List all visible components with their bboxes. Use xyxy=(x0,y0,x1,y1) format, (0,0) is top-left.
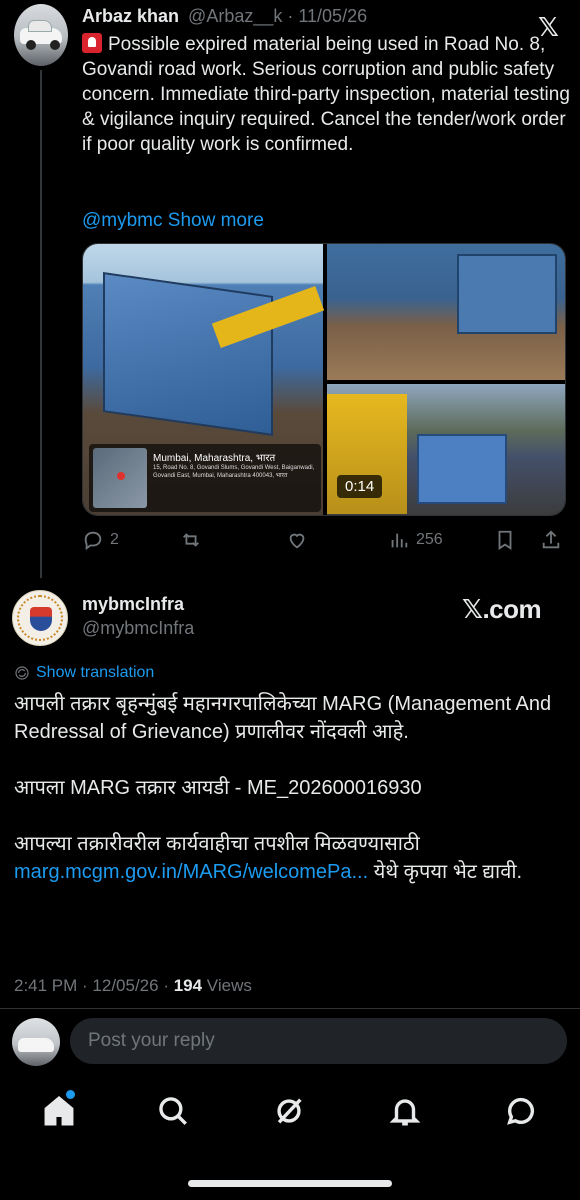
main-tweet-text: आपली तक्रार बृहन्मुंबई महानगरपालिकेच्या … xyxy=(14,690,569,914)
search-icon xyxy=(159,1097,187,1125)
media-photo-2[interactable] xyxy=(327,244,565,380)
geotag-overlay: Mumbai, Maharashtra, भारत 15, Road No. 8… xyxy=(89,444,321,512)
show-more-link[interactable]: Show more xyxy=(168,210,264,231)
nav-notifications[interactable] xyxy=(388,1094,422,1128)
geotag-title: Mumbai, Maharashtra, भारत xyxy=(153,453,276,464)
rotating-light-icon xyxy=(82,33,102,53)
reply-count: 2 xyxy=(110,531,119,548)
analytics-icon xyxy=(391,533,408,548)
bmc-emblem-icon xyxy=(30,607,52,631)
reply-button[interactable]: 2 xyxy=(82,526,119,554)
bookmark-button[interactable] xyxy=(494,526,516,554)
parent-author-name[interactable]: Arbaz khan xyxy=(82,6,179,26)
tweet-timestamp: 2:41 PM · 12/05/26 · 194 Views xyxy=(14,976,252,995)
show-translation-button[interactable]: Show translation xyxy=(14,664,154,682)
nav-messages[interactable] xyxy=(504,1094,538,1128)
notifications-icon xyxy=(389,1099,421,1126)
parent-avatar[interactable] xyxy=(14,4,68,66)
home-indicator[interactable] xyxy=(188,1180,392,1187)
thread-line xyxy=(40,70,42,578)
share-button[interactable] xyxy=(540,526,562,554)
reply-avatar xyxy=(12,1018,60,1066)
paragraph-2: आपला MARG तक्रार आयडी - ME_202600016930 xyxy=(14,777,422,799)
geotag-address: 15, Road No. 8, Govandi Slums, Govandi W… xyxy=(153,465,315,479)
bookmark-icon xyxy=(498,530,512,550)
reply-composer[interactable] xyxy=(70,1018,567,1064)
share-icon xyxy=(542,530,560,549)
video-duration: 0:14 xyxy=(337,475,383,498)
paragraph-3: आपल्या तक्रारीवरील कार्यवाहीचा तपशील मिळ… xyxy=(14,833,523,883)
nav-home[interactable] xyxy=(42,1094,76,1128)
x-brand-logo: 𝕏.com xyxy=(462,594,542,624)
repost-button[interactable] xyxy=(180,526,202,554)
paragraph-1: आपली तक्रार बृहन्मुंबई महानगरपालिकेच्या … xyxy=(14,693,552,743)
nav-search[interactable] xyxy=(156,1094,190,1128)
media-photo-1[interactable]: Mumbai, Maharashtra, भारत 15, Road No. 8… xyxy=(83,244,325,515)
media-grid: Mumbai, Maharashtra, भारत 15, Road No. 8… xyxy=(82,243,566,516)
messages-icon xyxy=(507,1097,535,1125)
parent-tweet-text: Possible expired material being used in … xyxy=(82,33,570,155)
main-handle[interactable]: @mybmcInfra xyxy=(82,618,194,639)
translate-icon xyxy=(15,666,29,680)
divider xyxy=(0,1008,580,1009)
main-avatar[interactable] xyxy=(12,590,68,646)
parent-header: Arbaz khan @Arbaz__k · 11/05/26 xyxy=(82,6,367,32)
repost-icon xyxy=(183,533,199,547)
heart-icon xyxy=(289,533,305,549)
parent-handle-date: @Arbaz__k · 11/05/26 xyxy=(188,6,368,26)
parent-links: @mybmc Show more xyxy=(82,208,264,233)
mention-link[interactable]: @mybmc xyxy=(82,210,163,231)
views-count[interactable]: 194 xyxy=(174,976,202,995)
home-icon xyxy=(44,1096,74,1126)
marg-link[interactable]: marg.mcgm.gov.in/MARG/welcomePa... xyxy=(14,861,368,883)
reply-input[interactable] xyxy=(88,1018,548,1064)
reply-icon xyxy=(84,531,102,551)
map-thumbnail xyxy=(93,448,147,508)
like-button[interactable] xyxy=(286,526,308,554)
grok-icon xyxy=(277,1098,302,1124)
home-badge-dot xyxy=(66,1090,75,1099)
view-count: 256 xyxy=(416,531,443,548)
nav-grok[interactable] xyxy=(272,1094,306,1128)
main-author-name[interactable]: mybmcInfra xyxy=(82,594,184,615)
views-button[interactable]: 256 xyxy=(388,526,443,554)
parent-tweet[interactable]: Arbaz khan @Arbaz__k · 11/05/26 𝕏 Possib… xyxy=(0,0,580,578)
media-video[interactable]: 0:14 xyxy=(327,384,565,515)
parent-action-bar: 2 256 xyxy=(82,526,568,554)
bottom-nav xyxy=(0,1082,580,1142)
